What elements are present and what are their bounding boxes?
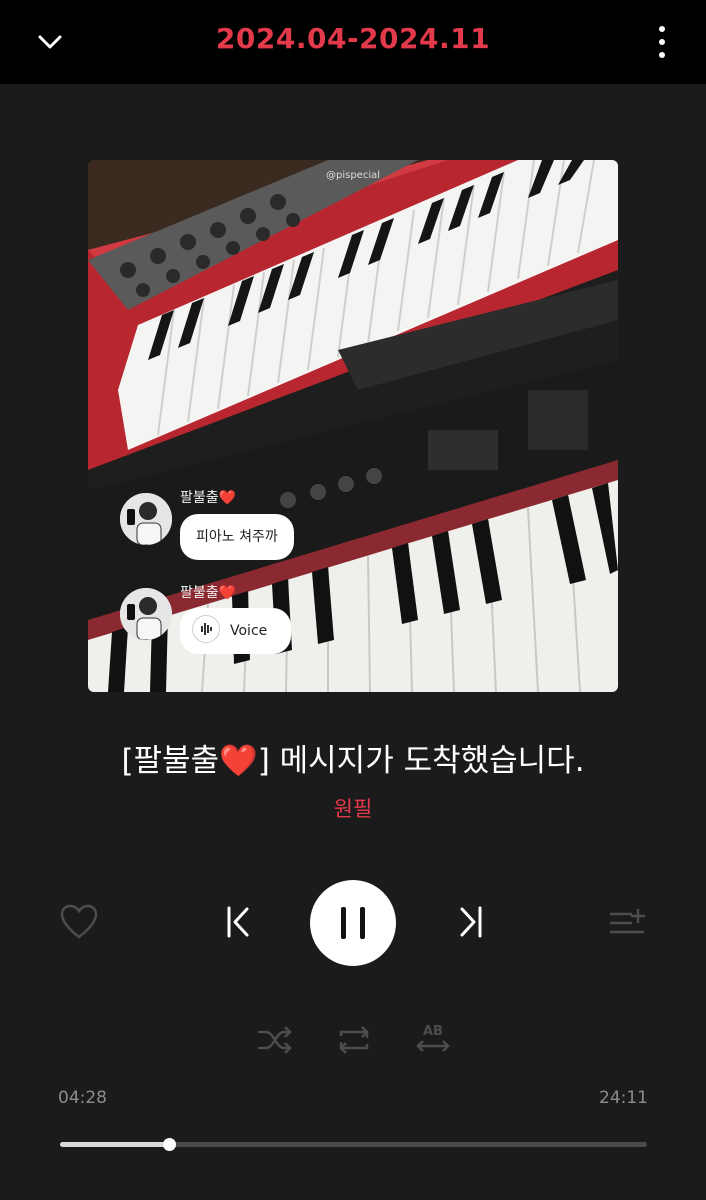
shuffle-icon[interactable]: [256, 1024, 294, 1056]
avatar: [120, 493, 172, 545]
avatar: [120, 588, 172, 640]
add-to-queue-icon[interactable]: [608, 908, 646, 938]
ab-repeat-icon[interactable]: AB: [414, 1020, 452, 1056]
repeat-icon[interactable]: [335, 1022, 373, 1058]
sender-name: 팔불출❤️: [180, 490, 237, 506]
message-bubble: 피아노 쳐주까: [180, 514, 294, 560]
pause-icon: [341, 907, 365, 939]
voice-label: Voice: [230, 623, 268, 639]
sender-name: 팔불출❤️: [180, 585, 237, 601]
progress-bar[interactable]: [60, 1138, 647, 1151]
pause-button[interactable]: [310, 880, 396, 966]
voice-wave-icon: [192, 615, 220, 643]
progress-fill: [60, 1142, 169, 1147]
svg-text:AB: AB: [423, 1024, 443, 1039]
page-title: 2024.04-2024.11: [215, 22, 491, 55]
more-vertical-icon[interactable]: [654, 24, 670, 60]
progress-handle[interactable]: [162, 1138, 176, 1151]
skip-next-icon[interactable]: [456, 906, 484, 938]
watermark: @pispecial: [326, 170, 380, 181]
heart-outline-icon[interactable]: [60, 904, 98, 940]
track-title: [팔불출❤️] 메시지가 도착했습니다.: [121, 743, 585, 779]
skip-previous-icon[interactable]: [225, 906, 253, 938]
top-bar: 2024.04-2024.11: [0, 0, 706, 84]
voice-bubble: Voice: [180, 608, 292, 654]
track-artist[interactable]: 원필: [0, 793, 706, 823]
elapsed-time: 04:28: [58, 1088, 107, 1108]
total-time: 24:11: [599, 1088, 648, 1108]
album-artwork: @pispecial 팔불출❤️ 피아노 쳐주까 팔불출❤️ Voice: [88, 160, 618, 692]
